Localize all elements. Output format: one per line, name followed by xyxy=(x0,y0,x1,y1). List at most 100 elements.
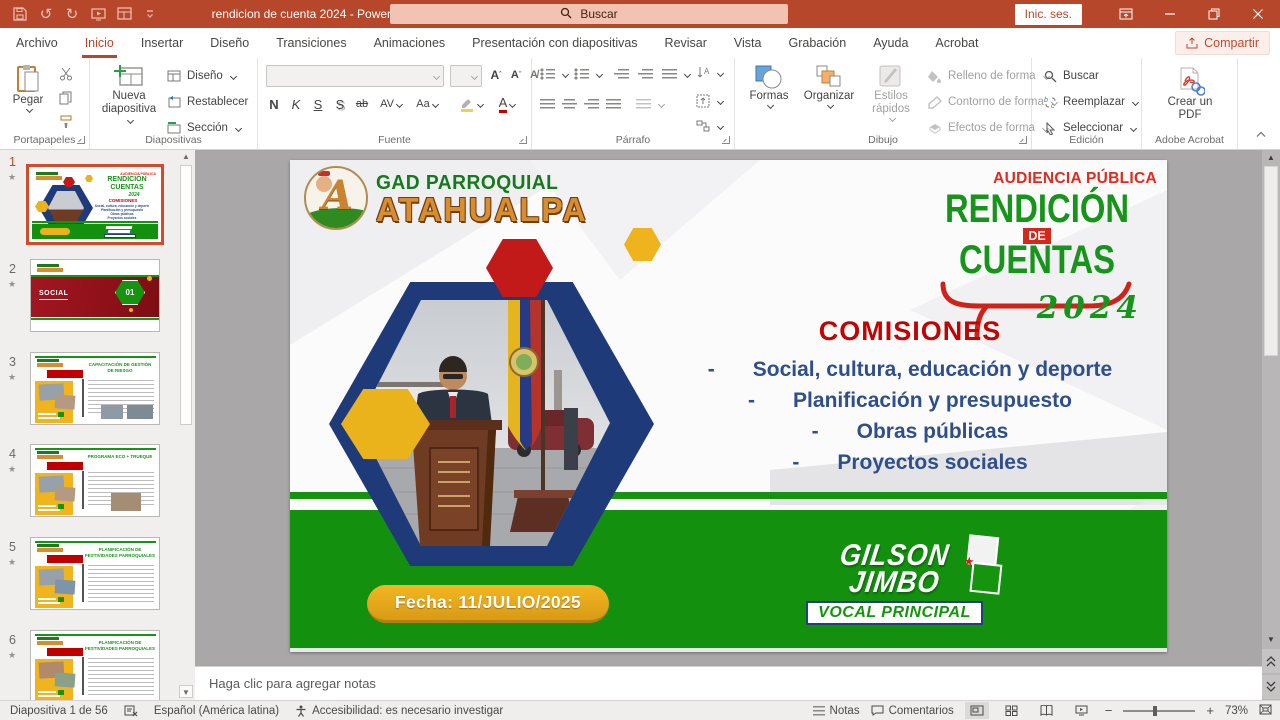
paste-button[interactable]: Pegar xyxy=(6,64,50,112)
language-indicator[interactable]: Español (América latina) xyxy=(154,705,279,717)
slide-editor[interactable]: A GAD PARROQUIAL ATAHUALPA AUDIENCIA PÚB… xyxy=(290,160,1167,652)
cut-icon[interactable] xyxy=(58,66,74,82)
format-painter-icon[interactable] xyxy=(58,114,74,130)
zoom-slider[interactable] xyxy=(1123,710,1195,712)
tab-ayuda[interactable]: Ayuda xyxy=(873,28,908,58)
next-slide-button[interactable] xyxy=(1262,675,1280,699)
zoom-in-button[interactable]: + xyxy=(1206,703,1214,718)
find-button[interactable]: Buscar xyxy=(1042,68,1099,84)
tab-revisar[interactable]: Revisar xyxy=(665,28,707,58)
decrease-font-icon[interactable]: Aˇ xyxy=(506,65,526,85)
zoom-level[interactable]: 73% xyxy=(1225,705,1248,717)
paragraph-dialog-launcher[interactable] xyxy=(722,136,730,144)
undo-icon[interactable]: ↺ xyxy=(34,2,58,26)
spellcheck-icon[interactable] xyxy=(124,705,138,717)
notes-toggle[interactable]: Notas xyxy=(813,705,860,717)
bold-button[interactable]: N xyxy=(264,94,284,114)
justify-icon[interactable] xyxy=(606,98,621,110)
strikethrough-button[interactable]: ab xyxy=(352,94,372,114)
tab-archivo[interactable]: Archivo xyxy=(16,28,58,58)
search-box[interactable]: Buscar xyxy=(390,4,788,24)
tab-acrobat[interactable]: Acrobat xyxy=(935,28,978,58)
shapes-button[interactable]: Formas xyxy=(743,64,795,108)
date-pill[interactable]: Fecha: 11/JULIO/2025 xyxy=(367,585,609,623)
redo-icon[interactable]: ↻ xyxy=(60,2,84,26)
tab-diseno[interactable]: Diseño xyxy=(210,28,249,58)
restore-button[interactable] xyxy=(1192,0,1236,28)
share-button[interactable]: Compartir xyxy=(1175,31,1270,55)
create-pdf-button[interactable]: Crear un PDF xyxy=(1164,66,1216,122)
minimize-button[interactable] xyxy=(1148,0,1192,28)
start-slideshow-icon[interactable] xyxy=(86,2,110,26)
convert-smartart-button[interactable] xyxy=(696,120,723,132)
main-scrollbar[interactable]: ▲ ▼ xyxy=(1262,150,1280,700)
change-case-button[interactable]: Aa xyxy=(412,94,442,114)
copy-icon[interactable] xyxy=(58,90,74,106)
thumbnail-slide-6[interactable]: PLANIFICACIÓN DE FESTIVIDADES PARROQUIAL… xyxy=(30,630,160,700)
fit-slide-icon[interactable] xyxy=(1259,704,1272,718)
slide-layout-button[interactable]: Diseño xyxy=(166,68,236,84)
scroll-up-icon[interactable]: ▲ xyxy=(1262,151,1280,164)
previous-slide-button[interactable] xyxy=(1262,649,1280,673)
character-spacing-button[interactable]: AV xyxy=(376,94,406,114)
collapse-ribbon-icon[interactable] xyxy=(1256,125,1266,143)
thumbnail-slide-5[interactable]: PLANIFICACIÓN DE FESTIVIDADES PARROQUIAL… xyxy=(30,537,160,610)
align-text-button[interactable] xyxy=(696,94,723,108)
numbering-button[interactable] xyxy=(574,68,602,80)
underline-button[interactable]: S xyxy=(308,94,328,114)
tab-animaciones[interactable]: Animaciones xyxy=(374,28,446,58)
tab-presentacion[interactable]: Presentación con diapositivas xyxy=(472,28,637,58)
scrollbar-thumb[interactable] xyxy=(1264,166,1278,356)
tab-insertar[interactable]: Insertar xyxy=(141,28,183,58)
shape-fill-button[interactable]: Relleno de forma xyxy=(927,68,1049,84)
text-direction-button[interactable]: A xyxy=(696,66,723,80)
comments-toggle[interactable]: Comentarios xyxy=(871,705,954,717)
reading-view-button[interactable] xyxy=(1035,702,1059,719)
font-name-combo[interactable] xyxy=(266,65,444,87)
italic-button[interactable]: K xyxy=(286,94,306,114)
thumbnail-scrollbar[interactable] xyxy=(180,165,192,425)
slideshow-view-button[interactable] xyxy=(1070,702,1094,719)
close-button[interactable] xyxy=(1236,0,1280,28)
clipboard-dialog-launcher[interactable] xyxy=(77,136,85,144)
slide-header[interactable]: AUDIENCIA PÚBLICA RENDICIÓN DE CUENTAS 2… xyxy=(917,170,1157,338)
align-left-icon[interactable] xyxy=(540,98,555,110)
thumbnail-slide-2[interactable]: SOCIAL 01 xyxy=(30,259,160,332)
tab-vista[interactable]: Vista xyxy=(734,28,762,58)
accessibility-status[interactable]: Accesibilidad: es necesario investigar xyxy=(295,705,503,717)
scroll-down-icon[interactable]: ▼ xyxy=(1262,633,1280,646)
font-dialog-launcher[interactable] xyxy=(519,136,527,144)
increase-font-icon[interactable]: Aˆ xyxy=(486,65,506,85)
align-right-icon[interactable] xyxy=(584,98,599,110)
normal-view-button[interactable] xyxy=(965,702,989,719)
save-icon[interactable] xyxy=(8,2,32,26)
drawing-dialog-launcher[interactable] xyxy=(1019,136,1027,144)
highlight-color-button[interactable] xyxy=(456,94,486,114)
font-color-button[interactable]: A xyxy=(492,94,522,114)
slide-body-text[interactable]: COMISIONES -Social, cultura, educación y… xyxy=(660,316,1160,478)
slide-sorter-view-button[interactable] xyxy=(1000,702,1024,719)
gad-atahualpa-logo[interactable]: A GAD PARROQUIAL ATAHUALPA xyxy=(304,166,592,230)
slide-table-icon[interactable] xyxy=(112,2,136,26)
increase-indent-icon[interactable] xyxy=(638,68,653,80)
thumbnail-slide-3[interactable]: CAPACITACIÓN DE GESTIÓN DE RIESGO xyxy=(30,352,160,425)
bullets-button[interactable] xyxy=(540,68,568,80)
thumbnail-slide-4[interactable]: PROGRAMA ECO + TRUEQUE xyxy=(30,444,160,517)
thumbnail-scroll-down-icon[interactable]: ▼ xyxy=(179,685,193,698)
ribbon-display-options-icon[interactable] xyxy=(1104,0,1148,28)
line-spacing-button[interactable] xyxy=(662,68,690,80)
thumbnail-slide-1[interactable]: AUDIENCIA PÚBLICA RENDICIÓN CUENTAS 2024… xyxy=(26,164,164,245)
font-size-combo[interactable] xyxy=(450,65,482,87)
text-shadow-button[interactable]: S xyxy=(330,94,350,114)
signature-block[interactable]: GILSON JIMBO VOCAL PRINCIPAL ★ xyxy=(787,542,1002,625)
sign-in-button[interactable]: Inic. ses. xyxy=(1015,4,1082,25)
replace-button[interactable]: bc Reemplazar xyxy=(1042,94,1138,110)
zoom-out-button[interactable]: − xyxy=(1105,703,1113,718)
decrease-indent-icon[interactable] xyxy=(614,68,629,80)
tab-inicio[interactable]: Inicio xyxy=(85,28,114,58)
quick-styles-button[interactable]: Estilos rápidos xyxy=(863,64,919,121)
notes-pane[interactable]: Haga clic para agregar notas xyxy=(195,666,1262,700)
reset-slide-button[interactable]: Restablecer xyxy=(166,94,248,110)
new-slide-button[interactable]: Nueva diapositiva xyxy=(98,64,160,129)
columns-button[interactable] xyxy=(636,98,664,110)
